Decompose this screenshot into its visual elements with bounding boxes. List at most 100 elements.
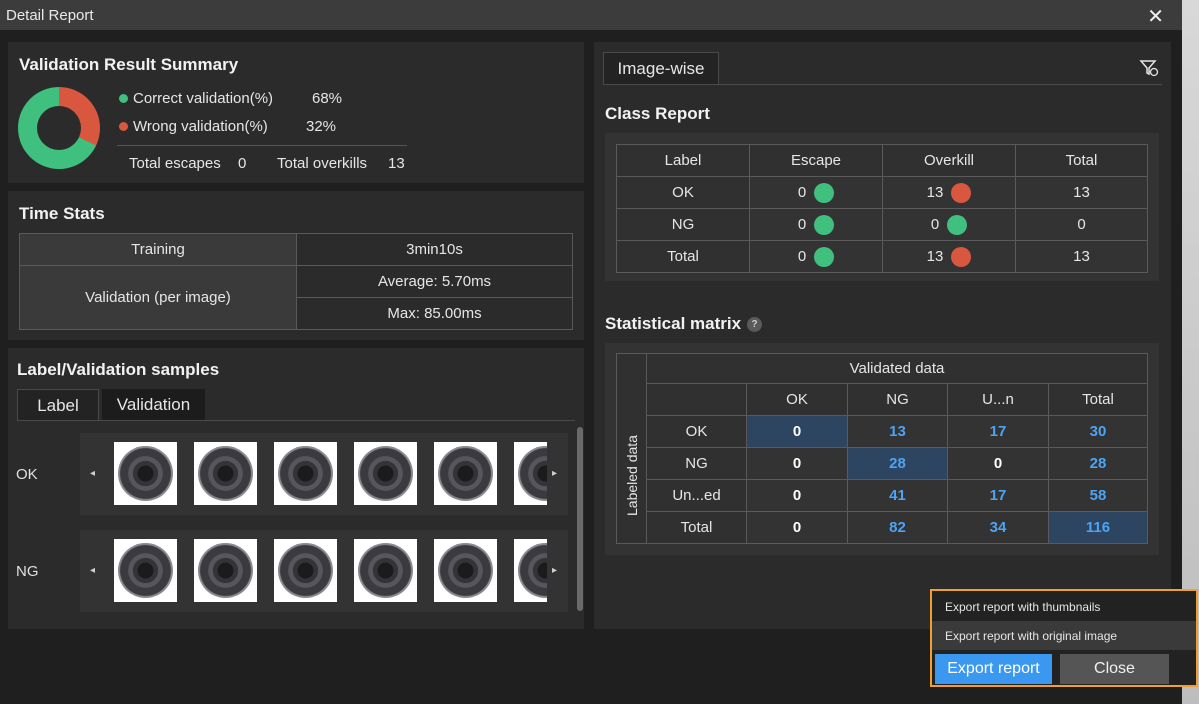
sample-thumbnail[interactable] [354, 442, 417, 505]
labeled-data-header: Labeled data [616, 353, 647, 544]
matrix-cell[interactable]: 0 [746, 415, 848, 448]
matrix-col-ok: OK [746, 383, 848, 416]
tab-image-wise[interactable]: Image-wise [603, 52, 719, 85]
time-stats-table: Training 3min10s Validation (per image) … [19, 233, 573, 330]
correct-label: Correct validation(%) [133, 90, 274, 107]
scroll-right-icon[interactable]: ▸ [552, 468, 557, 479]
overkills-label: Total overkills [277, 155, 368, 172]
class-row: Total 0 13 13 [616, 240, 1148, 273]
matrix-col-ng: NG [847, 383, 948, 416]
overkill-value: 13 [926, 184, 944, 201]
matrix-title: Statistical matrix? [605, 314, 763, 334]
status-green-dot [814, 246, 835, 267]
matrix-cell[interactable]: 17 [947, 415, 1049, 448]
status-red-dot [951, 182, 972, 203]
wrong-label: Wrong validation(%) [133, 118, 268, 135]
close-icon[interactable]: ✕ [1147, 4, 1164, 29]
sample-thumbnail[interactable] [354, 539, 417, 602]
status-green-dot [814, 182, 835, 203]
matrix-cell[interactable]: 28 [847, 447, 948, 480]
tab-validation[interactable]: Validation [102, 389, 205, 421]
labeled-data-label: Labeled data [624, 435, 640, 516]
sample-thumbnail[interactable] [194, 539, 257, 602]
filter-settings-icon[interactable] [1139, 58, 1159, 78]
scroll-left-icon[interactable]: ◂ [90, 565, 95, 576]
export-original-option[interactable]: Export report with original image [932, 621, 1196, 650]
matrix-cell[interactable]: 30 [1048, 415, 1148, 448]
matrix-cell[interactable]: 34 [947, 511, 1049, 544]
time-stats-title: Time Stats [19, 204, 105, 223]
sample-thumbnail[interactable] [114, 442, 177, 505]
sample-thumbnail[interactable] [114, 539, 177, 602]
matrix-cell[interactable]: 41 [847, 479, 948, 512]
escape-value: 0 [797, 184, 807, 201]
validated-data-label: Validated data [646, 353, 1148, 384]
matrix-col-unknown: U...n [947, 383, 1049, 416]
close-button[interactable]: Close [1060, 654, 1169, 684]
validation-donut-chart [18, 87, 100, 169]
matrix-title-text: Statistical matrix [605, 314, 742, 333]
matrix-cell[interactable]: 28 [1048, 447, 1148, 480]
matrix-cell[interactable]: 17 [947, 479, 1049, 512]
summary-divider [117, 145, 407, 146]
total-value: 0 [1015, 208, 1148, 241]
overkill-value: 13 [926, 248, 944, 265]
escape-value: 0 [797, 216, 807, 233]
class-row-label: NG [616, 208, 750, 241]
ok-sample-strip: ◂ ▸ [80, 433, 568, 515]
sample-thumbnail[interactable] [274, 539, 337, 602]
matrix-cell[interactable]: 0 [746, 447, 848, 480]
class-row: OK 0 13 13 [616, 176, 1148, 209]
sample-thumbnail[interactable] [514, 442, 547, 505]
matrix-row-label: Total [646, 511, 747, 544]
tab-label[interactable]: Label [17, 389, 99, 421]
sample-thumbnail[interactable] [274, 442, 337, 505]
help-icon[interactable]: ? [747, 317, 763, 333]
class-header-total: Total [1015, 144, 1148, 177]
training-value: 3min10s [296, 233, 573, 266]
class-report-table: Label Escape Overkill Total OK 0 13 13 N… [616, 144, 1148, 273]
right-tab-underline [603, 84, 1162, 85]
legend-wrong: Wrong validation(%) [119, 118, 268, 135]
class-header-overkill: Overkill [882, 144, 1016, 177]
correct-value: 68% [312, 90, 343, 107]
matrix-cell[interactable]: 13 [847, 415, 948, 448]
sample-thumbnail[interactable] [434, 539, 497, 602]
sample-thumbnail[interactable] [514, 539, 547, 602]
class-row-label: Total [616, 240, 750, 273]
title-bar: Detail Report ✕ [0, 0, 1182, 30]
matrix-cell[interactable]: 0 [746, 479, 848, 512]
validation-average: Average: 5.70ms [296, 265, 573, 298]
matrix-cell[interactable]: 0 [947, 447, 1049, 480]
total-value: 13 [1015, 240, 1148, 273]
export-report-button[interactable]: Export report [935, 654, 1052, 684]
row-label-ng: NG [16, 563, 39, 580]
ng-sample-strip: ◂ ▸ [80, 530, 568, 612]
escapes-label: Total escapes [129, 155, 221, 172]
sample-thumbnail[interactable] [434, 442, 497, 505]
matrix-cell[interactable]: 0 [746, 511, 848, 544]
status-green-dot [814, 214, 835, 235]
scroll-right-icon[interactable]: ▸ [552, 565, 557, 576]
window-title: Detail Report [6, 7, 94, 24]
wrong-dot [119, 122, 128, 131]
total-value: 13 [1015, 176, 1148, 209]
sample-thumbnail[interactable] [194, 442, 257, 505]
matrix-row-label: OK [646, 415, 747, 448]
overkill-value: 0 [930, 216, 940, 233]
matrix-cell[interactable]: 116 [1048, 511, 1148, 544]
samples-scrollbar[interactable] [577, 427, 583, 611]
validation-label: Validation (per image) [19, 265, 297, 330]
wrong-value: 32% [306, 118, 337, 135]
matrix-row-label: Un...ed [646, 479, 747, 512]
scroll-left-icon[interactable]: ◂ [90, 468, 95, 479]
legend-correct: Correct validation(%) [119, 90, 273, 107]
tab-underline [17, 420, 575, 421]
class-report-title: Class Report [605, 104, 710, 123]
export-thumbnails-option[interactable]: Export report with thumbnails [932, 592, 1196, 621]
class-header-label: Label [616, 144, 750, 177]
matrix-cell[interactable]: 58 [1048, 479, 1148, 512]
escapes-value: 0 [238, 155, 247, 172]
matrix-cell[interactable]: 82 [847, 511, 948, 544]
class-header-escape: Escape [749, 144, 883, 177]
